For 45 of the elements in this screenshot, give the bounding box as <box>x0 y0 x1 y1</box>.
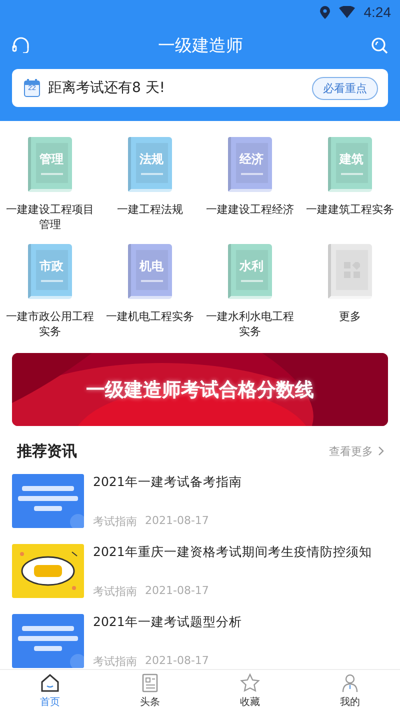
subject-label[interactable]: 一建建设工程项目管理 <box>3 202 97 232</box>
article-date: 2021-08-17 <box>145 584 209 599</box>
section-title: 推荐资讯 <box>17 442 77 460</box>
article-title[interactable]: 2021年重庆一建资格考试期间考生疫情防控须知 <box>93 544 372 560</box>
chevron-right-icon <box>378 446 384 456</box>
app-title: 一级建造师 <box>158 34 243 56</box>
tab-item[interactable]: 首页 <box>0 670 100 711</box>
book-title: 管理 <box>40 151 64 168</box>
subject-label[interactable]: 一建工程法规 <box>103 202 197 217</box>
document-icon <box>140 672 160 692</box>
book-title: 水利 <box>240 258 264 275</box>
wifi-icon <box>338 6 355 18</box>
banner-title: 一级建造师考试合格分数线 <box>86 378 314 402</box>
book-title: 法规 <box>140 151 164 168</box>
tab-item[interactable]: 我的 <box>300 670 400 711</box>
book-title: 市政 <box>40 258 64 275</box>
article-category: 考试指南 <box>93 514 137 529</box>
subject-label[interactable]: 更多 <box>303 309 397 324</box>
subject-label[interactable]: 一建机电工程实务 <box>103 309 197 324</box>
calendar-icon <box>24 79 40 97</box>
subject-label[interactable]: 一建建筑工程实务 <box>303 202 397 217</box>
search-icon[interactable] <box>371 36 388 54</box>
article-date: 2021-08-17 <box>145 654 209 669</box>
tab-item[interactable]: 收藏 <box>200 670 300 711</box>
headset-icon[interactable] <box>12 37 30 53</box>
tab-item[interactable]: 头条 <box>100 670 200 711</box>
star-icon <box>240 672 260 692</box>
article-title[interactable]: 2021年一建考试备考指南 <box>93 474 242 490</box>
subject-label[interactable]: 一建水利水电工程实务 <box>203 309 297 339</box>
status-time: 4:24 <box>364 4 391 20</box>
home-icon <box>40 672 60 692</box>
key-points-button[interactable]: 必看重点 <box>312 76 378 100</box>
subject-label[interactable]: 一建市政公用工程实务 <box>3 309 97 339</box>
book-title: 经济 <box>240 151 264 168</box>
article-category: 考试指南 <box>93 654 137 669</box>
countdown-text: 距离考试还有8 天! <box>48 79 166 97</box>
subject-label[interactable]: 一建建设工程经济 <box>203 202 297 217</box>
person-icon <box>340 672 360 692</box>
article-category: 考试指南 <box>93 584 137 599</box>
article-title[interactable]: 2021年一建考试题型分析 <box>93 614 242 630</box>
book-title: 建筑 <box>340 151 364 168</box>
score-banner[interactable]: 一级建造师考试合格分数线 <box>12 353 388 426</box>
book-title: 机电 <box>140 258 164 275</box>
location-icon <box>320 6 330 18</box>
article-date: 2021-08-17 <box>145 514 209 529</box>
